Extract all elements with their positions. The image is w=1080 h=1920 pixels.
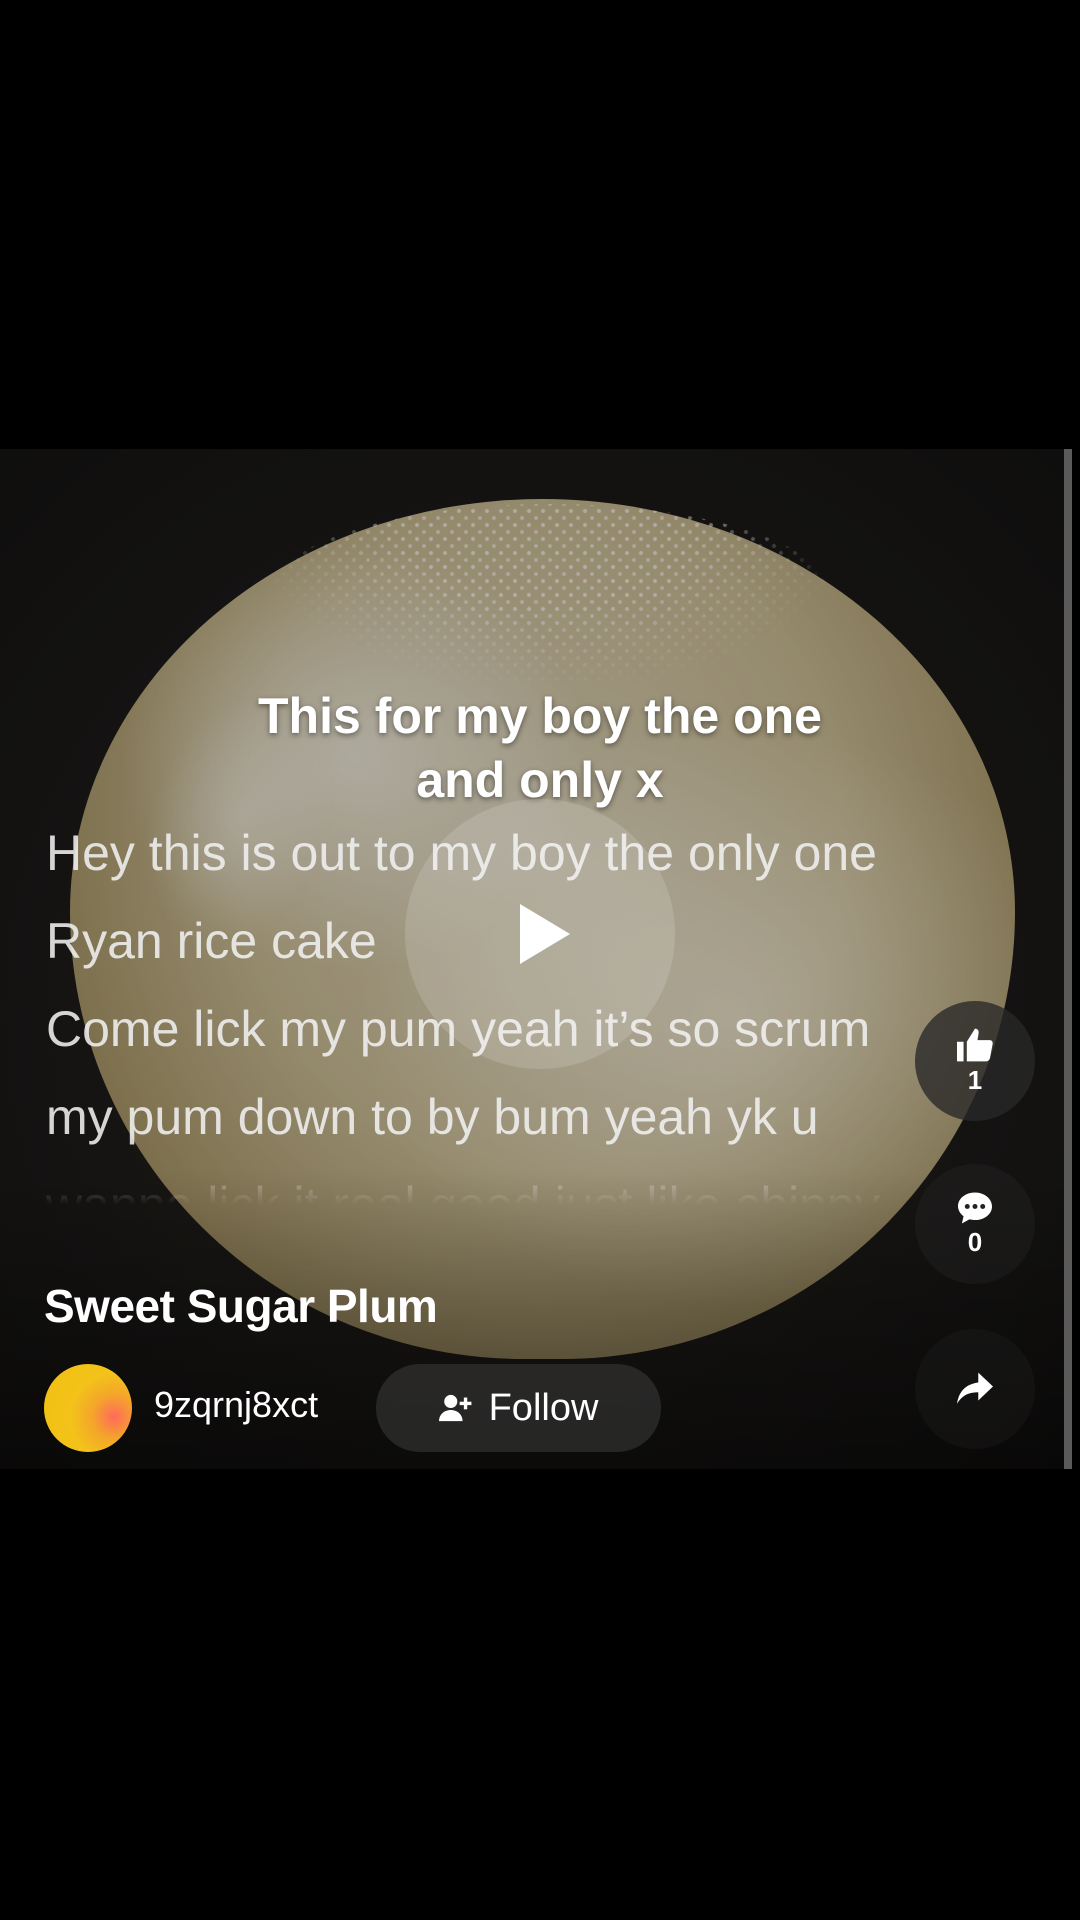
play-icon [520,904,570,964]
follow-button[interactable]: Follow [376,1364,661,1452]
scrollbar[interactable] [1064,449,1072,1469]
song-title[interactable]: Sweet Sugar Plum [44,1279,438,1333]
app-screen: This for my boy the one and only x Hey t… [0,0,1080,1920]
lyric-line: wanna lick it real good just like chippy [46,1177,880,1216]
like-button[interactable]: 1 [915,1001,1035,1121]
comment-bubble-icon [958,1192,992,1223]
avatar[interactable] [44,1364,132,1452]
play-button[interactable] [405,799,675,1069]
like-count: 1 [967,1064,983,1095]
username[interactable]: 9zqrnj8xct [154,1384,318,1426]
comment-button[interactable]: 0 [915,1164,1035,1284]
add-user-icon [438,1394,472,1422]
comment-count: 0 [967,1226,983,1257]
thumbs-up-icon [957,1028,993,1061]
lyric-line: my pum down to by bum yeah yk u [46,1089,819,1145]
share-button[interactable] [915,1329,1035,1449]
post-caption: This for my boy the one and only x [258,688,822,808]
follow-label: Follow [488,1386,599,1429]
share-arrow-icon [957,1372,993,1404]
video-player[interactable]: This for my boy the one and only x Hey t… [0,449,1072,1469]
